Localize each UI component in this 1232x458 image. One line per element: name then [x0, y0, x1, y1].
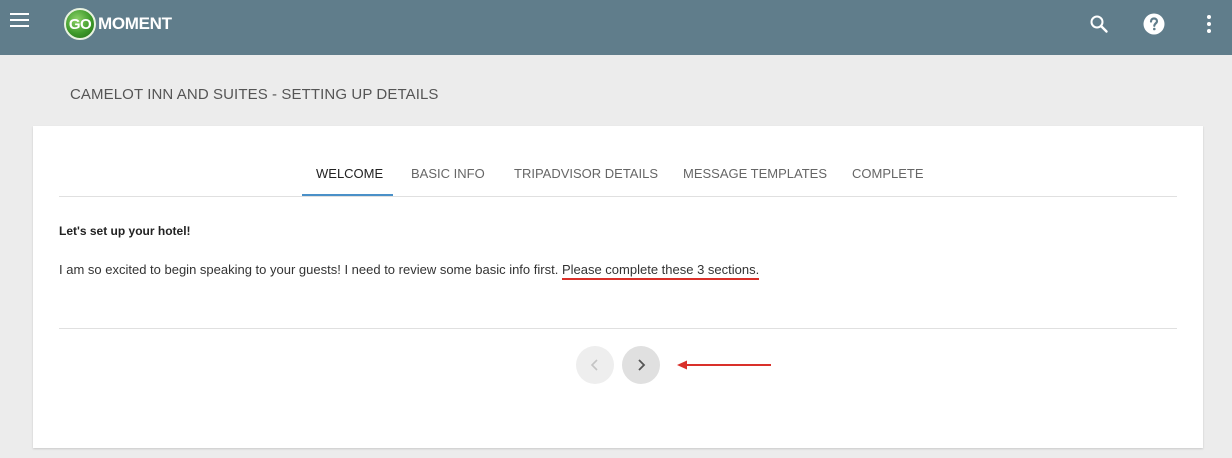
- setup-card: WELCOME BASIC INFO TRIPADVISOR DETAILS M…: [33, 126, 1203, 448]
- content-heading: Let's set up your hotel!: [59, 224, 191, 238]
- gomoment-logo[interactable]: GO MOMENT: [64, 8, 172, 40]
- intro-text: I am so excited to begin speaking to you…: [59, 262, 562, 277]
- divider: [59, 328, 1177, 329]
- highlighted-instruction: Please complete these 3 sections.: [561, 262, 760, 280]
- tab-message-templates[interactable]: MESSAGE TEMPLATES: [683, 166, 827, 181]
- previous-button[interactable]: [576, 346, 614, 384]
- logo-go-badge: GO: [64, 8, 96, 40]
- top-app-bar: GO MOMENT: [0, 0, 1232, 55]
- tab-welcome[interactable]: WELCOME: [316, 166, 383, 181]
- chevron-right-icon: [638, 359, 646, 371]
- content-text: I am so excited to begin speaking to you…: [59, 262, 760, 280]
- page-title: CAMELOT INN AND SUITES - SETTING UP DETA…: [70, 86, 439, 103]
- tab-tripadvisor-details[interactable]: TRIPADVISOR DETAILS: [514, 166, 658, 181]
- logo-text: MOMENT: [98, 14, 172, 33]
- chevron-left-icon: [590, 359, 598, 371]
- active-tab-indicator: [302, 194, 393, 196]
- tab-basic-info[interactable]: BASIC INFO: [411, 166, 485, 181]
- search-icon[interactable]: [1087, 12, 1111, 36]
- next-button[interactable]: [622, 346, 660, 384]
- hamburger-menu-icon[interactable]: [10, 13, 30, 29]
- tab-complete[interactable]: COMPLETE: [852, 166, 924, 181]
- more-vertical-icon[interactable]: [1197, 12, 1221, 36]
- help-icon[interactable]: [1142, 12, 1166, 36]
- annotation-arrow: [677, 360, 771, 370]
- tab-bar: WELCOME BASIC INFO TRIPADVISOR DETAILS M…: [59, 126, 1177, 197]
